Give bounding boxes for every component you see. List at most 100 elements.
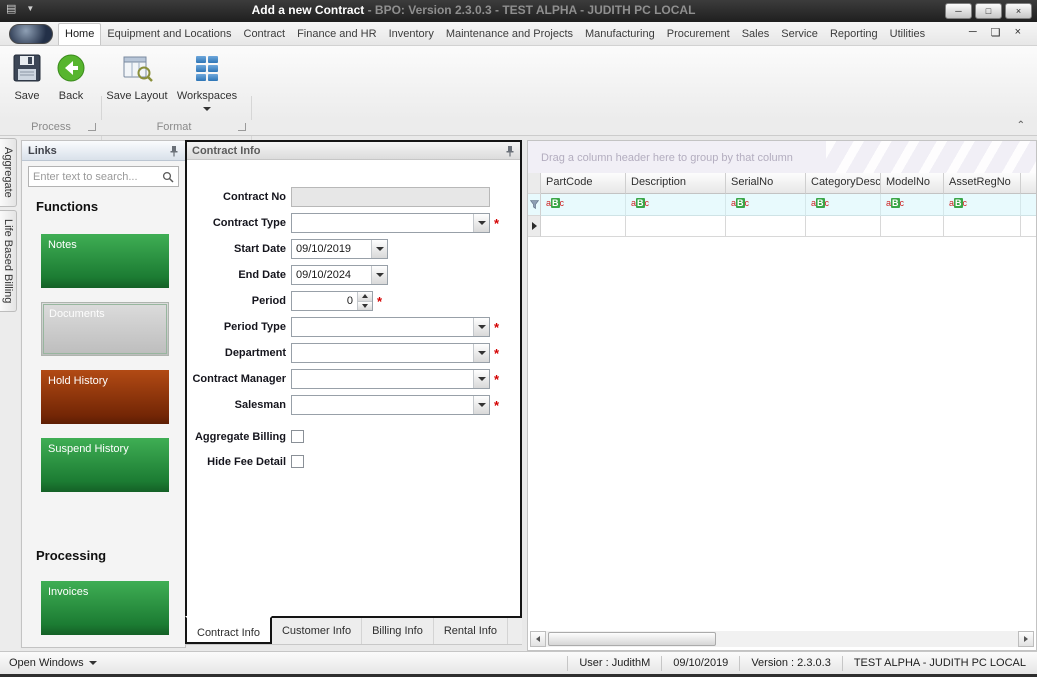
group-panel-stripes [826, 141, 1036, 173]
filter-cell-partcode[interactable]: aBc [541, 194, 626, 216]
close-button[interactable]: × [1005, 3, 1032, 19]
hide-fee-detail-checkbox[interactable] [291, 455, 304, 468]
cell-modelno[interactable] [881, 216, 944, 237]
save-icon [6, 50, 48, 86]
suspend-history-button[interactable]: Suspend History [41, 438, 169, 492]
department-value [292, 344, 473, 362]
required-marker: * [494, 215, 500, 231]
ribbon-tab-equipment-and-locations[interactable]: Equipment and Locations [101, 24, 237, 45]
cell-serialno[interactable] [726, 216, 806, 237]
save-layout-button[interactable]: Save Layout [106, 50, 168, 102]
format-dialog-launcher-icon[interactable] [238, 123, 246, 131]
ribbon-tab-reporting[interactable]: Reporting [824, 24, 884, 45]
contract-form: Contract No Contract Type * Start Date 0… [187, 160, 520, 474]
scrollbar-thumb[interactable] [548, 632, 716, 646]
period-stepper[interactable]: 0 [291, 291, 373, 311]
ribbon-tab-manufacturing[interactable]: Manufacturing [579, 24, 661, 45]
contract-type-combo[interactable] [291, 213, 490, 233]
column-header-serialno[interactable]: SerialNo [726, 173, 806, 194]
contract-manager-dropdown-icon[interactable] [473, 370, 489, 388]
filter-cell-serialno[interactable]: aBc [726, 194, 806, 216]
scroll-left-icon[interactable] [530, 631, 546, 647]
mdi-minimize-icon[interactable]: ─ [969, 26, 977, 39]
ribbon-tab-finance-and-hr[interactable]: Finance and HR [291, 24, 383, 45]
period-spin-up-icon[interactable] [358, 292, 372, 301]
filter-cell-description[interactable]: aBc [626, 194, 726, 216]
documents-button[interactable]: Documents [41, 302, 169, 356]
workspaces-button[interactable]: Workspaces [174, 50, 240, 114]
period-label: Period [251, 295, 286, 307]
start-date-dropdown-icon[interactable] [371, 240, 387, 258]
salesman-label: Salesman [234, 399, 286, 411]
application-menu-button[interactable] [9, 24, 53, 44]
tab-billing-info[interactable]: Billing Info [362, 618, 434, 644]
period-value: 0 [346, 295, 353, 307]
start-date-label: Start Date [234, 243, 286, 255]
column-header-categorydesc[interactable]: CategoryDesc [806, 173, 881, 194]
minimize-button[interactable]: ─ [945, 3, 972, 19]
process-dialog-launcher-icon[interactable] [88, 123, 96, 131]
back-button[interactable]: Back [50, 50, 92, 102]
dock-tab-life-based-billing[interactable]: Life Based Billing [0, 210, 17, 313]
open-windows-button[interactable]: Open Windows [0, 657, 106, 669]
tab-customer-info[interactable]: Customer Info [272, 618, 363, 644]
column-header-modelno[interactable]: ModelNo [881, 173, 944, 194]
department-row: Department * [187, 340, 520, 366]
tab-rental-info[interactable]: Rental Info [434, 618, 509, 644]
save-button[interactable]: Save [6, 50, 48, 102]
links-panel-header: Links [22, 141, 185, 161]
grid-data-row[interactable] [528, 216, 1036, 237]
contract-info-header: Contract Info [187, 142, 520, 160]
filter-cell-assetregno[interactable]: aBc [944, 194, 1021, 216]
filter-cell-categorydesc[interactable]: aBc [806, 194, 881, 216]
end-date-row: End Date 09/10/2024 [187, 262, 520, 288]
window-title-rest: - BPO: Version 2.3.0.3 - TEST ALPHA - JU… [364, 3, 696, 17]
hold-history-button[interactable]: Hold History [41, 370, 169, 424]
mdi-restore-icon[interactable]: ❏ [991, 26, 1001, 39]
salesman-dropdown-icon[interactable] [473, 396, 489, 414]
filter-cell-modelno[interactable]: aBc [881, 194, 944, 216]
ribbon-tab-inventory[interactable]: Inventory [383, 24, 440, 45]
salesman-combo[interactable] [291, 395, 490, 415]
pin-icon[interactable] [169, 145, 179, 157]
dock-tab-strip: Aggregate Life Based Billing [0, 136, 20, 651]
grid-group-by-panel[interactable]: Drag a column header here to group by th… [528, 141, 1036, 173]
ribbon-tab-maintenance-and-projects[interactable]: Maintenance and Projects [440, 24, 579, 45]
cell-partcode[interactable] [541, 216, 626, 237]
ribbon-collapse-chevron-icon[interactable]: ⌃ [1017, 120, 1025, 131]
cell-description[interactable] [626, 216, 726, 237]
period-type-combo[interactable] [291, 317, 490, 337]
ribbon-tab-utilities[interactable]: Utilities [884, 24, 931, 45]
cell-assetregno[interactable] [944, 216, 1021, 237]
department-combo[interactable] [291, 343, 490, 363]
column-header-partcode[interactable]: PartCode [541, 173, 626, 194]
period-spin-down-icon[interactable] [358, 300, 372, 310]
cell-categorydesc[interactable] [806, 216, 881, 237]
ribbon-tab-sales[interactable]: Sales [736, 24, 776, 45]
ribbon-tab-contract[interactable]: Contract [238, 24, 292, 45]
notes-button[interactable]: Notes [41, 234, 169, 288]
end-date-dropdown-icon[interactable] [371, 266, 387, 284]
column-header-assetregno[interactable]: AssetRegNo [944, 173, 1021, 194]
scroll-right-icon[interactable] [1018, 631, 1034, 647]
department-dropdown-icon[interactable] [473, 344, 489, 362]
end-date-picker[interactable]: 09/10/2024 [291, 265, 388, 285]
aggregate-billing-checkbox[interactable] [291, 430, 304, 443]
column-header-description[interactable]: Description [626, 173, 726, 194]
start-date-picker[interactable]: 09/10/2019 [291, 239, 388, 259]
period-type-dropdown-icon[interactable] [473, 318, 489, 336]
contract-pin-icon[interactable] [505, 145, 515, 157]
links-search-input[interactable] [33, 170, 162, 183]
salesman-value [292, 396, 473, 414]
ribbon-tab-home[interactable]: Home [58, 23, 102, 45]
mdi-close-icon[interactable]: × [1015, 26, 1021, 39]
tab-contract-info[interactable]: Contract Info [185, 616, 272, 644]
ribbon-tab-procurement[interactable]: Procurement [661, 24, 736, 45]
dock-tab-aggregate[interactable]: Aggregate [0, 138, 17, 207]
contract-manager-combo[interactable] [291, 369, 490, 389]
invoices-button[interactable]: Invoices [41, 581, 169, 635]
contract-type-dropdown-icon[interactable] [473, 214, 489, 232]
maximize-button[interactable]: □ [975, 3, 1002, 19]
ribbon-tab-service[interactable]: Service [775, 24, 824, 45]
search-icon[interactable] [162, 171, 174, 183]
